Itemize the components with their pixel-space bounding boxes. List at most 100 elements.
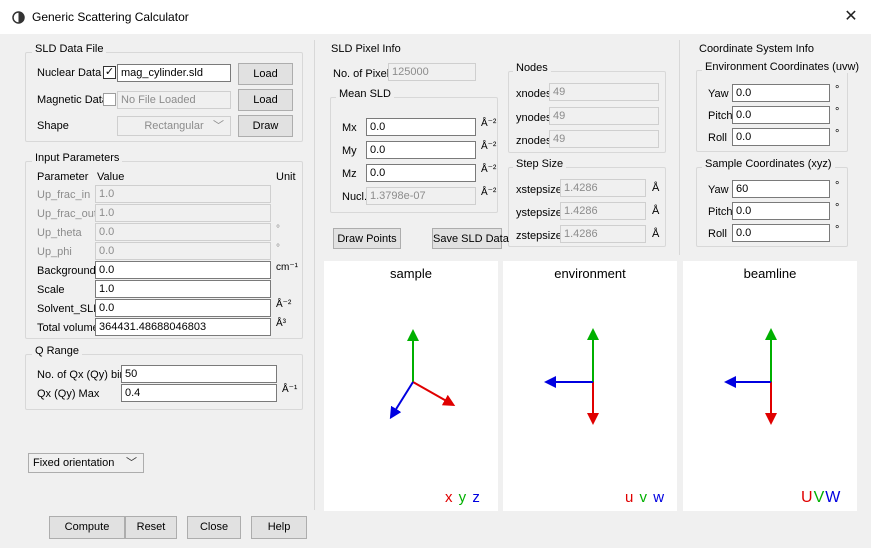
beamline-plot[interactable]: beamline UVW: [683, 261, 857, 511]
sample-roll-input[interactable]: 0.0: [732, 224, 830, 242]
axis-label-W: W: [825, 489, 842, 506]
xnodes-field: 49: [549, 83, 659, 101]
env-roll-input[interactable]: 0.0: [732, 128, 830, 146]
sample-axes-legend: x y z: [445, 489, 481, 506]
axis-label-x: x: [445, 489, 454, 506]
param-name: Up_theta: [37, 227, 82, 239]
col-value-header: Value: [97, 171, 125, 183]
nodes-legend: Nodes: [513, 62, 551, 74]
mx-label: Mx: [342, 122, 357, 134]
magnetic-data-label: Magnetic Data: [37, 94, 108, 106]
param-unit: °: [276, 243, 280, 254]
window-title: Generic Scattering Calculator: [32, 10, 189, 24]
env-yaw-input[interactable]: 0.0: [732, 84, 830, 102]
param-value-input[interactable]: 0.0: [95, 242, 271, 260]
sample-plot[interactable]: sample x y z: [324, 261, 498, 511]
param-name: Background: [37, 265, 96, 277]
axis-label-V: V: [813, 489, 826, 506]
zstep-label: zstepsize: [516, 230, 562, 242]
param-value-input[interactable]: 1.0: [95, 185, 271, 203]
env-yaw-label: Yaw: [708, 88, 729, 100]
xstep-label: xstepsize: [516, 184, 562, 196]
mz-input[interactable]: 0.0: [366, 164, 476, 182]
nuclear-load-button[interactable]: Load: [238, 63, 293, 85]
env-pitch-input[interactable]: 0.0: [732, 106, 830, 124]
nuclear-data-checkbox[interactable]: ✓: [103, 66, 116, 79]
nuclear-data-field[interactable]: mag_cylinder.sld: [117, 64, 231, 82]
sample-coords-legend: Sample Coordinates (xyz): [702, 158, 835, 170]
axis-label-U: U: [801, 489, 814, 506]
beamline-axes-legend: UVW: [801, 489, 841, 507]
mean-sld-legend: Mean SLD: [336, 88, 394, 100]
param-name: Up_frac_out: [37, 208, 97, 220]
environment-coords-legend: Environment Coordinates (uvw): [702, 61, 863, 73]
mx-input[interactable]: 0.0: [366, 118, 476, 136]
environment-plot[interactable]: environment u v w: [503, 261, 677, 511]
sample-pitch-input[interactable]: 0.0: [732, 202, 830, 220]
shape-select[interactable]: Rectangular ﹀: [117, 116, 231, 136]
env-roll-unit: °: [835, 128, 840, 140]
panel-divider: [314, 40, 315, 510]
qmax-input[interactable]: 0.4: [121, 384, 277, 402]
env-pitch-unit: °: [835, 106, 840, 118]
xnodes-label: xnodes: [516, 88, 552, 100]
param-name: Scale: [37, 284, 65, 296]
magnetic-data-checkbox[interactable]: [103, 93, 116, 106]
chevron-down-icon: ﹀: [213, 120, 224, 132]
nucl-unit: Å⁻²: [481, 187, 497, 198]
orientation-select-value: Fixed orientation: [33, 457, 115, 469]
mz-unit: Å⁻²: [481, 164, 497, 175]
sample-yaw-label: Yaw: [708, 184, 729, 196]
sample-yaw-unit: °: [835, 180, 840, 192]
reset-button[interactable]: Reset: [125, 516, 177, 539]
num-pixels-label: No. of Pixels: [333, 68, 395, 80]
sample-yaw-input[interactable]: 60: [732, 180, 830, 198]
my-label: My: [342, 145, 357, 157]
qbins-label: No. of Qx (Qy) bins: [37, 369, 132, 381]
param-value-input[interactable]: 1.0: [95, 204, 271, 222]
x-axis-arrow: [412, 381, 456, 406]
draw-button[interactable]: Draw: [238, 115, 293, 137]
solvent-sld-input[interactable]: 0.0: [95, 299, 271, 317]
close-button[interactable]: Close: [187, 516, 241, 539]
mx-unit: Å⁻²: [481, 118, 497, 129]
col-unit-header: Unit: [276, 171, 296, 183]
param-name: Up_frac_in: [37, 189, 91, 201]
compute-button[interactable]: Compute: [49, 516, 125, 539]
param-unit: cm⁻¹: [276, 262, 298, 273]
magnetic-data-field[interactable]: No File Loaded: [117, 91, 231, 109]
axis-label-v: v: [639, 489, 649, 506]
magnetic-load-button[interactable]: Load: [238, 89, 293, 111]
ynodes-label: ynodes: [516, 112, 552, 124]
num-pixels-field: 125000: [388, 63, 476, 81]
qmax-label: Qx (Qy) Max: [37, 388, 100, 400]
scale-input[interactable]: 1.0: [95, 280, 271, 298]
nucl-field: 1.3798e-07: [366, 187, 476, 205]
qmax-unit: Å⁻¹: [282, 384, 298, 395]
help-button[interactable]: Help: [251, 516, 307, 539]
axis-label-y: y: [458, 489, 468, 506]
environment-axes-legend: u v w: [625, 489, 665, 506]
param-name: Total volume: [37, 322, 99, 334]
total-volume-input[interactable]: 364431.48688046803: [95, 318, 271, 336]
mz-label: Mz: [342, 168, 357, 180]
my-input[interactable]: 0.0: [366, 141, 476, 159]
xstep-unit: Å: [652, 182, 660, 194]
qbins-input[interactable]: 50: [121, 365, 277, 383]
step-size-legend: Step Size: [513, 158, 567, 170]
param-value-input[interactable]: 0.0: [95, 223, 271, 241]
chevron-down-icon: ﹀: [126, 457, 137, 469]
ystep-unit: Å: [652, 205, 660, 217]
znodes-label: znodes: [516, 135, 552, 147]
background-input[interactable]: 0.0: [95, 261, 271, 279]
sample-pitch-unit: °: [835, 202, 840, 214]
close-window-icon[interactable]: ✕: [842, 8, 860, 26]
draw-points-button[interactable]: Draw Points: [333, 228, 401, 249]
orientation-select[interactable]: Fixed orientation ﹀: [28, 453, 144, 473]
col-parameter-header: Parameter: [37, 171, 89, 183]
xstep-field: 1.4286: [560, 179, 646, 197]
save-sld-data-button[interactable]: Save SLD Data: [432, 228, 509, 249]
env-yaw-unit: °: [835, 84, 840, 96]
ystep-field: 1.4286: [560, 202, 646, 220]
panel-divider: [679, 40, 680, 255]
